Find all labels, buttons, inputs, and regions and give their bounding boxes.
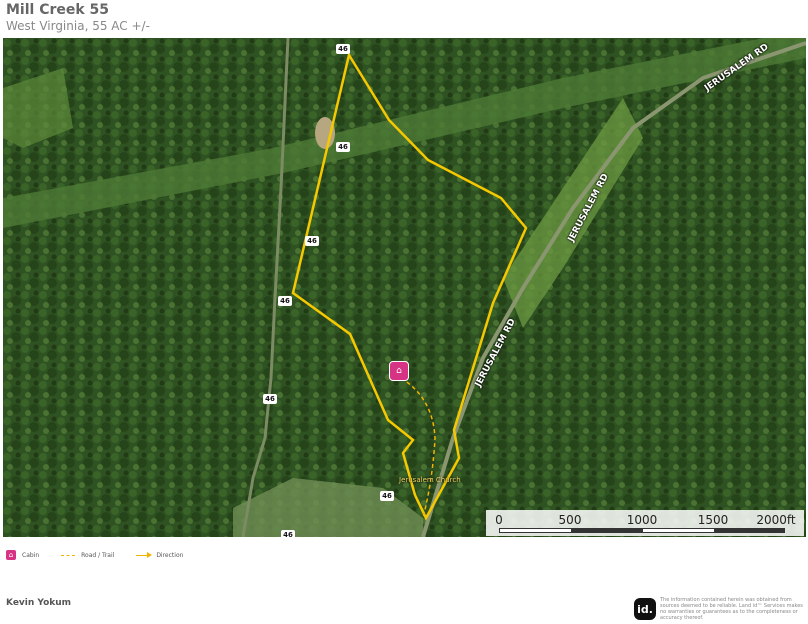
legend-road-trail: Road / Trail: [61, 552, 114, 559]
map-subtitle: West Virginia, 55 AC +/-: [6, 19, 150, 33]
disclaimer-text: The information contained herein was obt…: [660, 597, 803, 621]
church-label: Jerusalem Church: [399, 476, 461, 484]
scale-label: 0: [495, 513, 503, 527]
route-46-badge: 46: [278, 296, 292, 306]
scale-label: 1500: [697, 513, 729, 527]
arrow-line-icon: [136, 551, 153, 558]
scale-label: 2000ft: [756, 513, 796, 527]
legend-cabin: ⌂ Cabin: [6, 550, 39, 560]
legend-direction-label: Direction: [156, 551, 184, 559]
map-legend: ⌂ Cabin Road / Trail Direction: [6, 547, 205, 563]
dashed-line-icon: [61, 554, 76, 556]
route-46-badge: 46: [263, 394, 277, 404]
scale-segment: [714, 529, 785, 532]
scale-bar: 0 500 1000 1500 2000ft: [486, 510, 804, 536]
scale-segment: [571, 529, 643, 532]
scale-label: 1000: [626, 513, 658, 527]
route-46-badge: 46: [281, 530, 295, 537]
cabin-marker-icon[interactable]: ⌂: [389, 361, 409, 381]
route-46-badge: 46: [336, 142, 350, 152]
map-header: Mill Creek 55 West Virginia, 55 AC +/-: [6, 2, 150, 34]
cabin-icon: ⌂: [6, 550, 16, 560]
legend-road-trail-label: Road / Trail: [81, 551, 115, 559]
route-46-badge: 46: [380, 491, 394, 501]
legend-direction: Direction: [136, 551, 184, 559]
scale-ruler: [499, 528, 785, 533]
route-46-badge: 46: [336, 44, 350, 54]
map-title: Mill Creek 55: [6, 2, 110, 18]
map-imagery: [3, 38, 806, 537]
scale-label: 500: [558, 513, 582, 527]
satellite-map[interactable]: 46 46 46 46 46 46 46 JERUSALEM RD JERUSA…: [3, 38, 806, 537]
route-46-badge: 46: [305, 236, 319, 246]
landid-logo: id.: [634, 598, 656, 620]
legend-cabin-label: Cabin: [22, 551, 40, 559]
agent-name: Kevin Yokum: [6, 598, 72, 608]
